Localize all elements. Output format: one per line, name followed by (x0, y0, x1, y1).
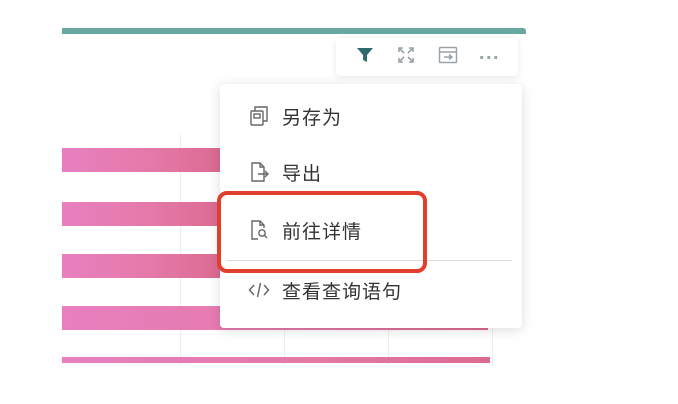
menu-item-label: 另存为 (282, 106, 343, 129)
code-icon (248, 279, 270, 301)
card-accent-bar (62, 28, 526, 34)
fullscreen-icon (397, 46, 415, 68)
chart-bar (62, 148, 222, 172)
export-view-button[interactable] (435, 44, 461, 70)
save-as-icon (248, 105, 270, 127)
filter-icon (356, 46, 374, 68)
more-icon: ··· (478, 47, 500, 67)
chart-bar (62, 202, 222, 226)
chart-bar (62, 357, 490, 363)
menu-item-label: 查看查询语句 (282, 280, 403, 303)
filter-button[interactable] (352, 44, 378, 70)
more-dropdown-menu: 另存为 导出 前往详情 查看查询语句 (220, 84, 522, 328)
chart-toolbar: ··· (336, 38, 518, 76)
menu-item-label: 导出 (282, 162, 323, 185)
menu-item-export[interactable]: 导出 (220, 146, 522, 198)
chart-bar (62, 254, 222, 278)
export-view-icon (438, 46, 458, 68)
fullscreen-button[interactable] (393, 44, 419, 70)
menu-item-view-query[interactable]: 查看查询语句 (220, 264, 522, 316)
menu-divider (226, 260, 512, 261)
export-icon (248, 161, 270, 183)
more-button[interactable]: ··· (476, 44, 502, 70)
screenshot-stage: ··· 另存为 导出 前往详情 查看查询语句 (0, 0, 678, 404)
details-icon (248, 219, 270, 241)
menu-item-save-as[interactable]: 另存为 (220, 90, 522, 142)
menu-item-label: 前往详情 (282, 220, 363, 243)
menu-item-go-to-details[interactable]: 前往详情 (220, 204, 522, 256)
